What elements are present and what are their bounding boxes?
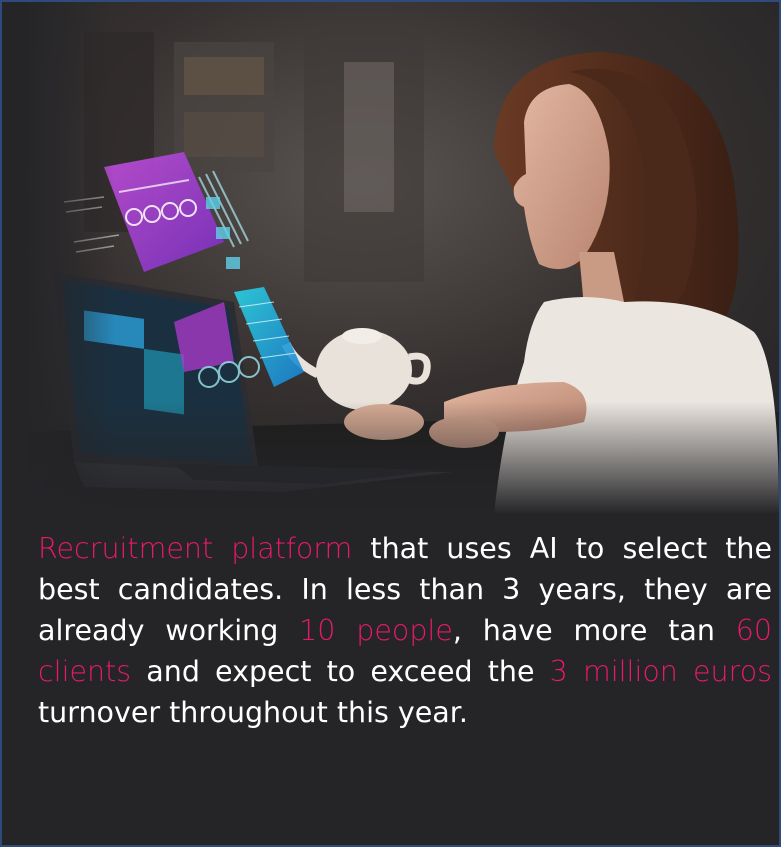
description-text-2: , have more tan <box>452 614 736 647</box>
description-text-4: turnover throughout this year. <box>38 696 468 729</box>
highlight-employees: 10 people <box>299 614 453 647</box>
woman-using-ai-laptop-photo <box>24 2 779 514</box>
description-text-3: and expect to exceed the <box>131 655 550 688</box>
highlight-turnover: 3 million euros <box>549 655 772 688</box>
feature-card: Recruitment platform that uses AI to sel… <box>0 0 781 847</box>
company-description: Recruitment platform that uses AI to sel… <box>38 528 772 733</box>
highlight-platform: Recruitment platform <box>38 532 353 565</box>
